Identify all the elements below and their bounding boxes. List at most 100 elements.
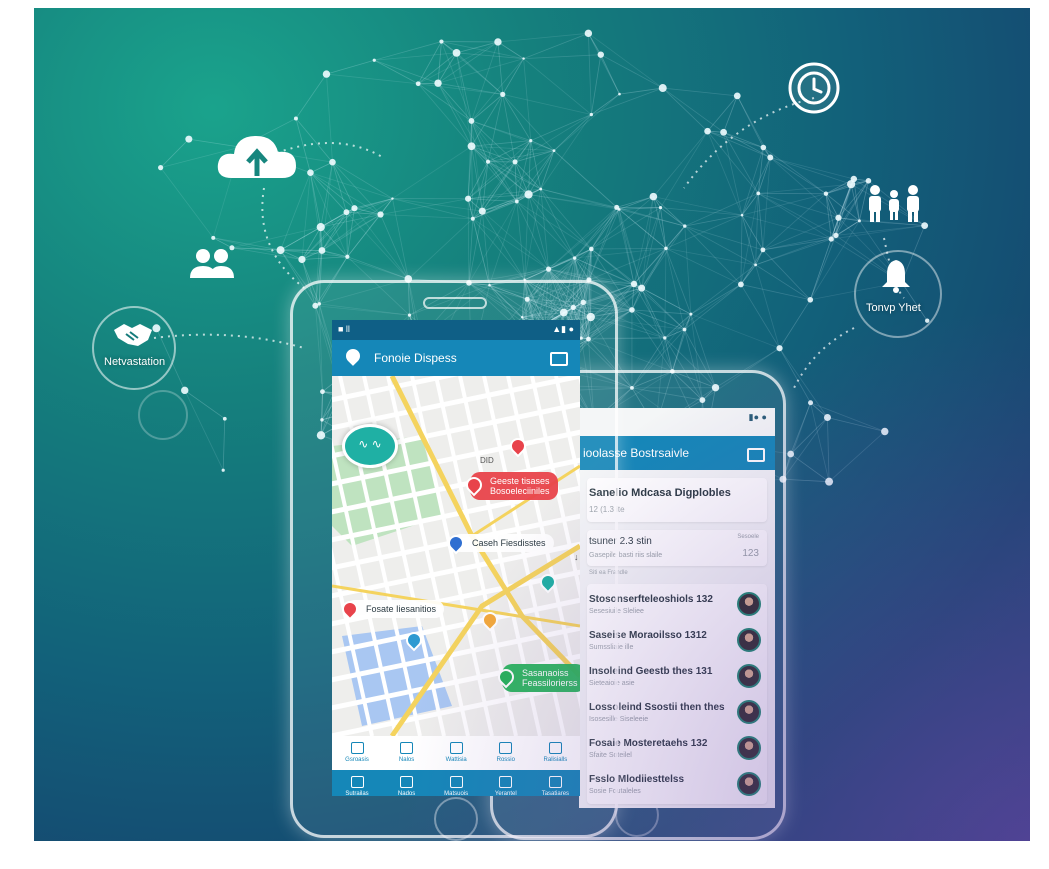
nav-label: Nalos	[398, 757, 415, 763]
network-node	[617, 207, 621, 211]
nav-item[interactable]: Tasatiares	[530, 776, 580, 796]
map-pin-label: Fosate Iiesanitios	[366, 604, 437, 614]
network-link	[723, 95, 738, 133]
map-pin-tag[interactable]: Caseh Fiesdisstes	[444, 531, 554, 555]
card-icon[interactable]	[747, 448, 765, 462]
network-node	[808, 400, 814, 406]
network-link	[662, 87, 708, 132]
avatar[interactable]	[737, 628, 761, 652]
network-node	[630, 280, 638, 288]
nav-item[interactable]: Nalos	[382, 742, 432, 763]
network-link	[763, 147, 827, 195]
network-link	[587, 33, 592, 115]
nav-icon	[400, 776, 414, 788]
nav-item[interactable]: Rossio	[481, 742, 531, 763]
nav-item[interactable]: Yerantel	[481, 776, 531, 796]
map-view[interactable]: ∿ ∿ DID ↓ Geeste tisases Bosoeleciiniles C…	[332, 320, 580, 739]
network-link	[326, 73, 419, 85]
map-pin-tag[interactable]: Fosate Iiesanitios	[338, 597, 445, 621]
network-link	[757, 193, 764, 250]
summary-side-label: Sesoele	[737, 534, 759, 540]
network-link	[588, 33, 602, 55]
network-link	[481, 210, 525, 280]
nav-item[interactable]: Sutrailas	[332, 776, 382, 796]
nav-label: Gsroasis	[345, 757, 369, 763]
nav-item[interactable]: Ralisialls	[530, 742, 580, 763]
network-link	[471, 146, 483, 212]
network-link	[548, 209, 620, 270]
network-link	[684, 214, 743, 227]
nav-icon	[548, 776, 562, 788]
nav-item[interactable]: Nados	[382, 776, 432, 796]
network-link	[528, 194, 575, 259]
menu-card-icon[interactable]	[550, 352, 568, 366]
network-link	[810, 402, 885, 432]
network-node	[465, 195, 472, 202]
network-link	[326, 59, 375, 75]
map-label-did: DID	[480, 456, 494, 465]
network-link	[707, 95, 738, 132]
network-node	[514, 199, 519, 204]
network-node	[539, 187, 543, 191]
map-label-arrow: ↓	[574, 552, 579, 562]
network-node	[221, 468, 225, 472]
network-node	[494, 38, 502, 46]
phone-speaker	[423, 297, 487, 309]
network-link	[437, 82, 503, 95]
chat-bubble-icon[interactable]: ∿ ∿	[342, 424, 398, 468]
network-node	[485, 159, 491, 164]
network-node	[158, 165, 164, 171]
network-link	[301, 256, 348, 260]
network-link	[295, 73, 327, 119]
network-link	[723, 131, 764, 148]
network-node	[767, 154, 774, 161]
nav-item[interactable]: Matsuois	[431, 776, 481, 796]
dotted-connector	[153, 333, 305, 349]
users-icon	[188, 246, 236, 282]
nav-label: Wattisia	[445, 757, 467, 763]
network-link	[741, 214, 832, 240]
network-link	[160, 167, 214, 239]
network-node	[211, 235, 216, 240]
map-pin-tag[interactable]: Sasanaoiss Feassilorierss	[494, 664, 580, 692]
map-pin-label: Caseh Fiesdisstes	[472, 538, 546, 548]
network-link	[684, 225, 756, 266]
network-link	[380, 214, 409, 280]
network-link	[600, 54, 663, 89]
nav-item[interactable]: Gsroasis	[332, 742, 382, 763]
avatar[interactable]	[737, 772, 761, 796]
network-link	[310, 172, 322, 228]
network-link	[782, 478, 830, 483]
network-link	[346, 212, 348, 257]
bottom-nav-secondary: Gsroasis Nalos Wattisia Rossio Ralisialls	[332, 736, 580, 770]
network-link	[758, 193, 837, 236]
network-link	[408, 218, 474, 280]
network-link	[392, 145, 472, 199]
network-link	[690, 313, 780, 349]
avatar[interactable]	[737, 700, 761, 724]
network-node	[846, 180, 856, 189]
network-link	[790, 402, 811, 455]
chat-bubble-text: ∿ ∿	[358, 437, 382, 451]
network-node	[807, 296, 814, 303]
network-node	[776, 345, 783, 352]
network-node	[823, 413, 831, 421]
network-node	[825, 477, 834, 486]
nav-item[interactable]: Wattisia	[431, 742, 481, 763]
network-node	[470, 216, 475, 221]
avatar[interactable]	[737, 592, 761, 616]
network-link	[831, 225, 925, 240]
map-pin-sublabel: Bosoeleciiniles	[490, 486, 550, 496]
avatar[interactable]	[737, 664, 761, 688]
nav-icon	[400, 742, 414, 754]
network-link	[690, 264, 756, 315]
network-link	[502, 94, 592, 115]
network-node	[738, 281, 744, 288]
network-node	[478, 207, 486, 215]
network-node	[733, 92, 741, 100]
map-pin-tag[interactable]: Geeste tisases Bosoeleciiniles	[462, 472, 558, 500]
avatar[interactable]	[737, 736, 761, 760]
network-link	[497, 32, 589, 43]
network-link	[523, 32, 589, 59]
network-link	[758, 183, 852, 194]
